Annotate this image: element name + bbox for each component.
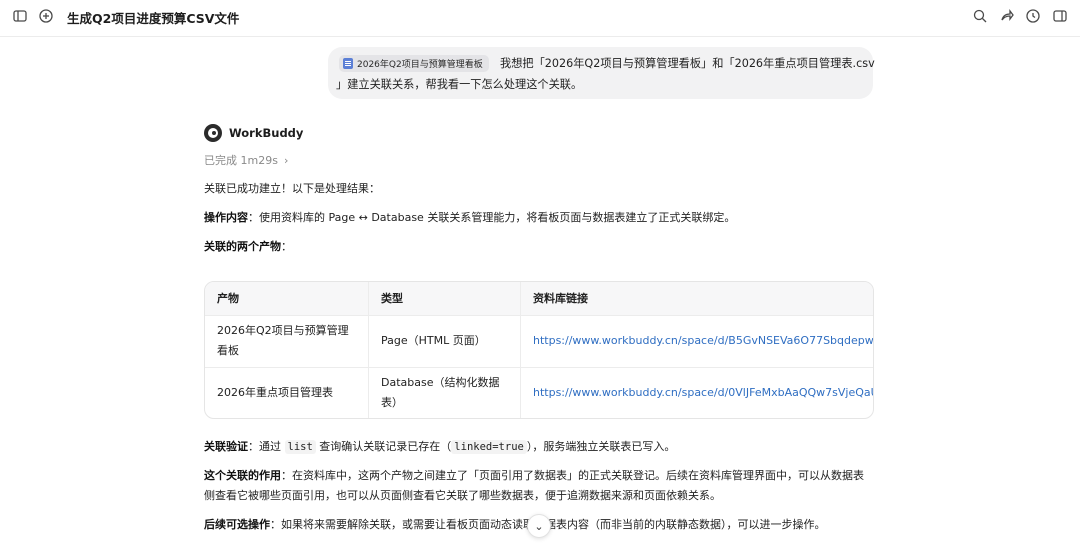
role-label: 这个关联的作用 [204, 469, 281, 482]
artifact-link[interactable]: https://www.workbuddy.cn/space/d/B5GvNSE… [533, 331, 873, 351]
verification-label: 关联验证 [204, 440, 248, 453]
artifact-type: Database（结构化数据表） [381, 375, 500, 409]
attachment-label: 2026年Q2项目与预算管理看板 [357, 60, 483, 70]
artifacts-table: 产物 类型 资料库链接 2026年Q2项目与预算管理看板 Page（HTML 页… [204, 281, 874, 419]
panel-icon[interactable] [1052, 8, 1068, 24]
verification-paragraph: 关联验证：通过 list 查询确认关联记录已存在（ linked=true ），服务… [204, 438, 675, 454]
artifact-name: 2026年重点项目管理表 [205, 367, 369, 418]
intro-text: 关联已成功建立！以下是处理结果： [204, 182, 380, 195]
search-icon[interactable] [972, 8, 988, 24]
role-paragraph: 这个关联的作用：在资料库中，这两个产物之间建立了「页面引用了数据表」的正式关联登… [204, 467, 864, 483]
scroll-to-bottom-button[interactable]: ⌄ [527, 514, 551, 538]
artifacts-label: 关联的两个产物 [204, 240, 281, 253]
role-text-continued: 侧查看它被哪些页面引用，也可以从页面侧查看它关联了哪些数据表，便于追溯数据来源和… [204, 489, 721, 502]
history-icon[interactable] [1025, 8, 1041, 24]
table-row: 2026年Q2项目与预算管理看板 Page（HTML 页面） https://w… [205, 315, 873, 368]
column-header: 资料库链接 [533, 291, 588, 305]
artifact-type: Page（HTML 页面） [369, 315, 521, 367]
sidebar-toggle-icon[interactable] [12, 8, 28, 24]
page-title: 生成Q2项目进度预算CSV文件 [67, 11, 240, 26]
artifact-name: 2026年Q2项目与预算管理看板 [217, 324, 349, 357]
chevron-right-icon: › [283, 153, 289, 167]
completion-status[interactable]: 已完成 1m29s › [204, 152, 288, 168]
table-row: 2026年重点项目管理表 Database（结构化数据表） https://ww… [205, 367, 873, 418]
assistant-avatar [204, 124, 222, 142]
assistant-name: WorkBuddy [229, 126, 304, 140]
operation-text: ：使用资料库的 Page ↔ Database 关联关系管理能力，将看板页面与数… [248, 211, 736, 224]
artifacts-heading: 关联的两个产物： [204, 238, 292, 254]
share-icon[interactable] [999, 8, 1015, 24]
artifacts-colon: ： [281, 240, 292, 253]
artifact-link[interactable]: https://www.workbuddy.cn/space/d/0VlJFeM… [533, 383, 873, 403]
inline-code: linked=true [451, 440, 527, 454]
next-steps-paragraph: 后续可选操作：如果将来需要解除关联，或需要让看板页面动态读取数据表内容（而非当前… [204, 516, 826, 532]
inline-code: list [284, 440, 316, 454]
column-header: 产物 [205, 282, 369, 315]
next-steps-label: 后续可选操作 [204, 518, 270, 531]
operation-label: 操作内容 [204, 211, 248, 224]
status-text: 已完成 1m29s [204, 154, 278, 167]
top-bar: 生成Q2项目进度预算CSV文件 [0, 0, 1080, 37]
user-message-line-1: 我想把「2026年Q2项目与预算管理看板」和「2026年重点项目管理表.csv [500, 57, 875, 70]
table-header-row: 产物 类型 资料库链接 [205, 282, 873, 316]
document-icon [343, 58, 353, 69]
operation-paragraph: 操作内容：使用资料库的 Page ↔ Database 关联关系管理能力，将看板… [204, 209, 735, 225]
verification-text: ），服务端独立关联表已写入。 [526, 440, 676, 453]
verification-text: 查询确认关联记录已存在（ [315, 440, 452, 453]
chevron-down-icon: ⌄ [534, 519, 544, 533]
user-message-line-2: 」建立关联关系，帮我看一下怎么处理这个关联。 [336, 78, 583, 91]
attachment-chip[interactable]: 2026年Q2项目与预算管理看板 [339, 55, 489, 72]
column-header: 类型 [369, 282, 521, 315]
role-text: ：在资料库中，这两个产物之间建立了「页面引用了数据表」的正式关联登记。后续在资料… [281, 469, 864, 482]
verification-text: ：通过 [248, 440, 285, 453]
new-chat-icon[interactable] [38, 8, 54, 24]
